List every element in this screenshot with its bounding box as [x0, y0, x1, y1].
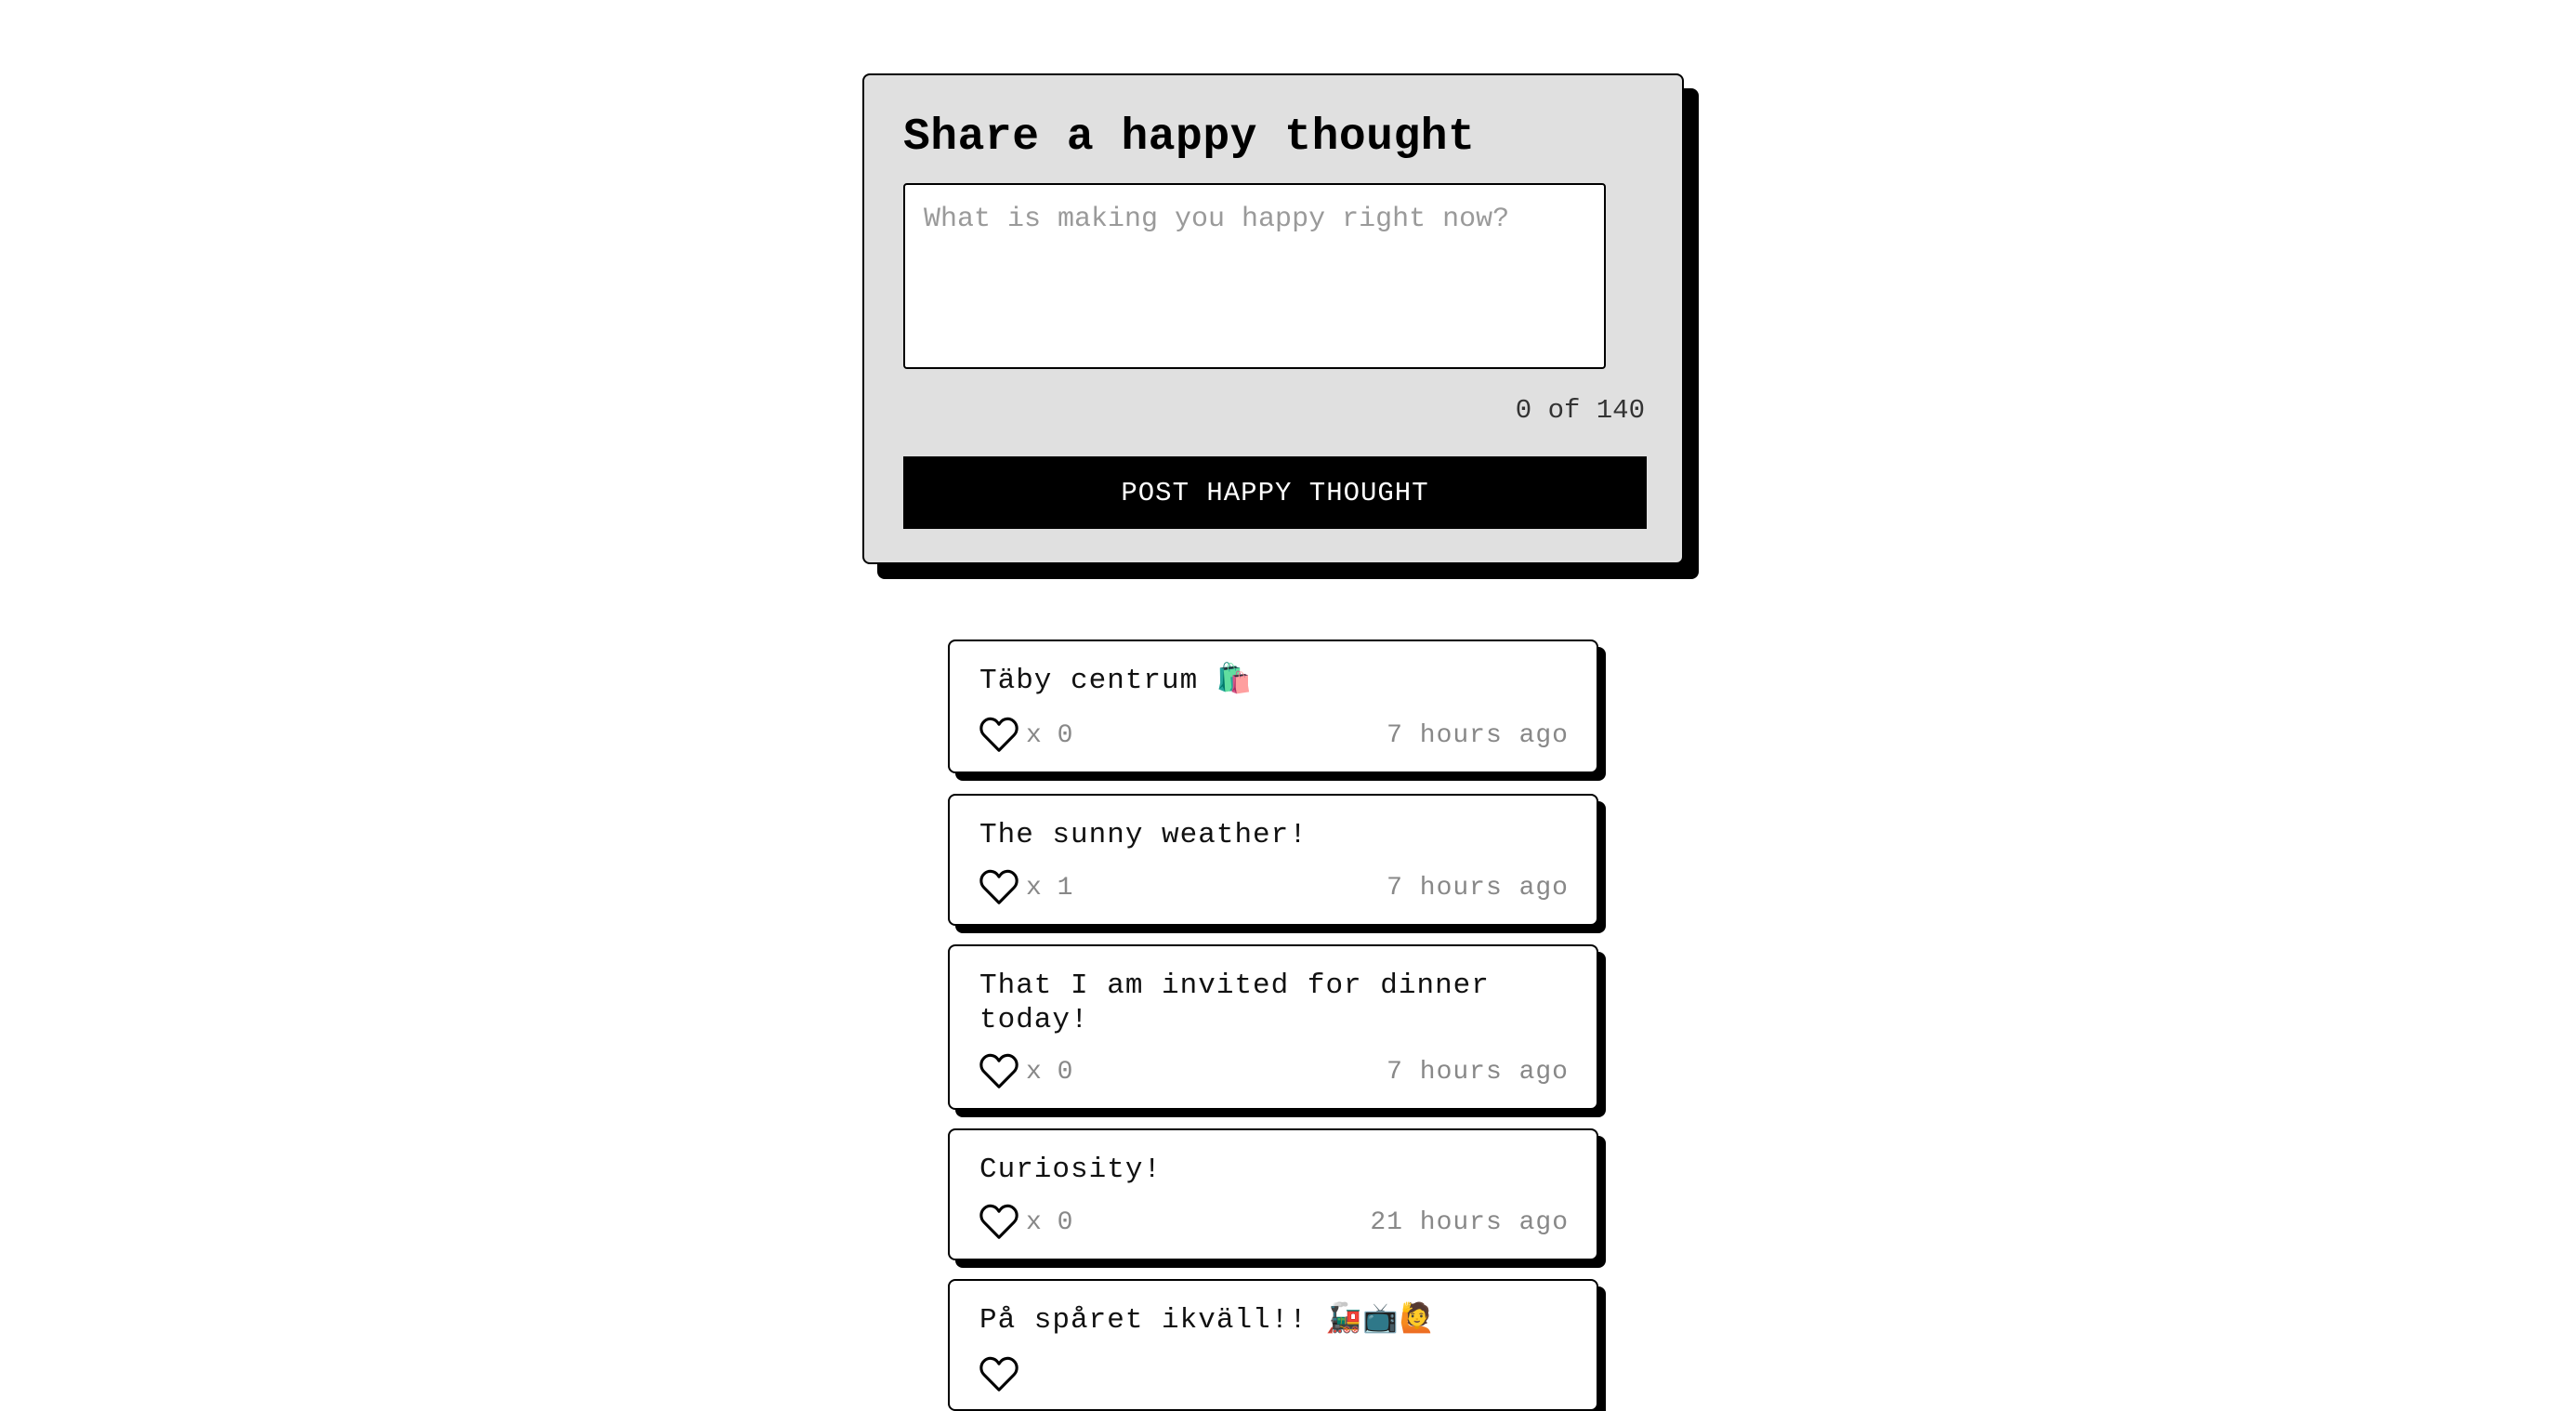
thought-text: På spåret ikväll!! 🚂📺🙋 — [979, 1304, 1437, 1337]
like-button[interactable] — [978, 1203, 1020, 1242]
like-count: x 0 — [1026, 1208, 1073, 1237]
heart-outline-icon — [979, 869, 1019, 904]
thought-card: Täby centrum 🛍️ x 0 7 hours ago — [948, 640, 1598, 773]
like-count: x 0 — [1026, 721, 1073, 750]
thought-card: På spåret ikväll!! 🚂📺🙋 — [948, 1279, 1598, 1411]
thought-card: Curiosity! x 0 21 hours ago — [948, 1128, 1598, 1260]
thought-text: The sunny weather! — [979, 819, 1308, 851]
post-thought-button[interactable]: POST HAPPY THOUGHT — [903, 456, 1647, 529]
thought-input[interactable] — [903, 183, 1606, 369]
character-counter: 0 of 140 — [1515, 395, 1645, 426]
like-count: x 0 — [1026, 1058, 1073, 1087]
heart-outline-icon — [979, 1356, 1019, 1391]
thought-text: Täby centrum 🛍️ — [979, 665, 1254, 697]
like-button[interactable] — [978, 1355, 1020, 1394]
thought-text: That I am invited for dinner today! — [979, 969, 1490, 1036]
timestamp: 7 hours ago — [1387, 874, 1569, 903]
heart-outline-icon — [979, 717, 1019, 752]
happy-thought-form: Share a happy thought 0 of 140 POST HAPP… — [862, 73, 1684, 564]
timestamp: 7 hours ago — [1387, 1058, 1569, 1087]
heart-outline-icon — [979, 1053, 1019, 1088]
like-button[interactable] — [978, 868, 1020, 907]
timestamp: 21 hours ago — [1370, 1208, 1569, 1237]
thought-card: That I am invited for dinner today! x 0 … — [948, 944, 1598, 1110]
heart-outline-icon — [979, 1204, 1019, 1239]
thought-text: Curiosity! — [979, 1154, 1163, 1186]
form-title: Share a happy thought — [903, 112, 1476, 163]
like-button[interactable] — [978, 716, 1020, 755]
like-count: x 1 — [1026, 874, 1073, 903]
thought-card: The sunny weather! x 1 7 hours ago — [948, 794, 1598, 926]
like-button[interactable] — [978, 1052, 1020, 1091]
timestamp: 7 hours ago — [1387, 721, 1569, 750]
